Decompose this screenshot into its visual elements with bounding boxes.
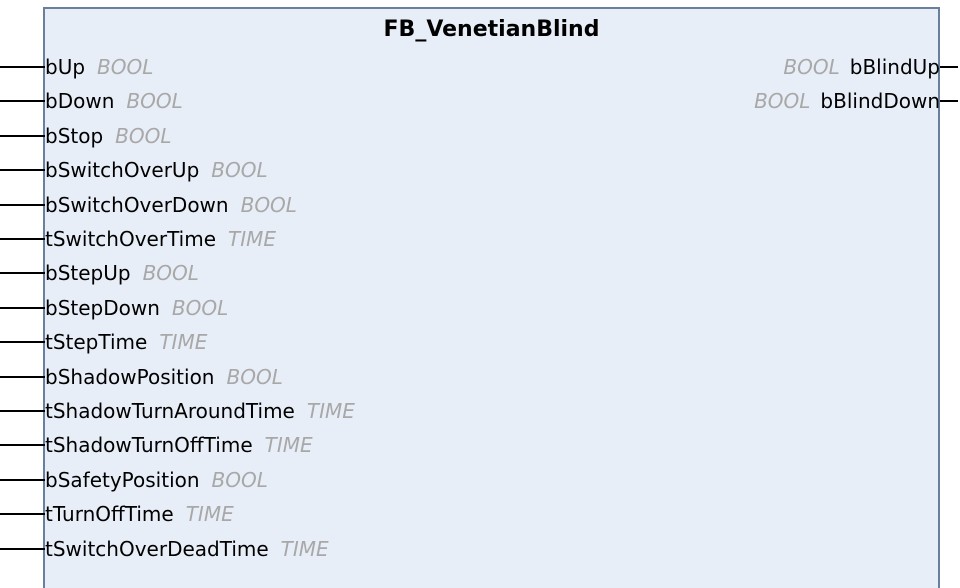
input-connector-line xyxy=(0,444,45,447)
input-pin: bShadowPosition BOOL xyxy=(0,360,283,394)
input-connector-line xyxy=(0,306,45,309)
output-connector-line xyxy=(940,100,958,103)
input-connector-line xyxy=(0,66,45,68)
input-pin: tStepTime TIME xyxy=(0,325,207,359)
input-pin-name: bSafetyPosition xyxy=(45,467,200,492)
input-connector-line xyxy=(0,478,45,481)
input-pin-name: bSwitchOverDown xyxy=(45,192,229,217)
input-connector-line xyxy=(0,100,45,103)
output-pin-name: bBlindDown xyxy=(820,89,940,114)
input-pin: tSwitchOverDeadTime TIME xyxy=(0,532,329,566)
input-pin: tSwitchOverTime TIME xyxy=(0,222,276,256)
input-pin-name: bStepDown xyxy=(45,295,160,320)
input-pin-type: BOOL xyxy=(211,158,268,183)
input-connector-line xyxy=(0,375,45,378)
input-pin-name: bStop xyxy=(45,123,104,148)
input-pin-type: BOOL xyxy=(97,55,154,79)
input-pin: bStepUp BOOL xyxy=(0,256,199,290)
input-pin-name: tStepTime xyxy=(45,330,148,355)
output-pin: BOOL bBlindDown xyxy=(754,84,958,118)
input-pin-type: BOOL xyxy=(211,467,268,492)
output-pin-type: BOOL xyxy=(754,89,811,114)
input-pin-name: tShadowTurnAroundTime xyxy=(45,399,295,423)
input-pin-name: bUp xyxy=(45,55,86,79)
input-pin-type: BOOL xyxy=(226,364,283,389)
input-pin: tShadowTurnAroundTime TIME xyxy=(0,394,355,428)
input-pin: tTurnOffTime TIME xyxy=(0,497,234,531)
input-pin-type: BOOL xyxy=(142,261,199,286)
input-pin: bStop BOOL xyxy=(0,119,172,153)
input-pin-type: TIME xyxy=(159,330,208,355)
input-connector-line xyxy=(0,238,45,240)
output-connector-line xyxy=(940,66,958,68)
input-pin-type: TIME xyxy=(185,502,234,527)
input-pin: bStepDown BOOL xyxy=(0,291,228,325)
input-pin-type: TIME xyxy=(264,433,313,458)
output-pin-type: BOOL xyxy=(783,55,840,79)
input-connector-line xyxy=(0,272,45,275)
output-pin: BOOL bBlindUp xyxy=(783,50,958,84)
input-pin: bDown BOOL xyxy=(0,84,183,118)
input-pin-name: bSwitchOverUp xyxy=(45,158,200,183)
input-pin-name: bStepUp xyxy=(45,261,131,286)
input-pin-type: TIME xyxy=(228,227,277,251)
input-pin-type: TIME xyxy=(306,399,355,423)
input-pin-name: tSwitchOverDeadTime xyxy=(45,536,269,561)
input-connector-line xyxy=(0,410,45,412)
input-pin-type: BOOL xyxy=(115,123,172,148)
input-pin: bSafetyPosition BOOL xyxy=(0,463,268,497)
input-connector-line xyxy=(0,134,45,137)
input-connector-line xyxy=(0,169,45,172)
input-pin-type: BOOL xyxy=(126,89,183,114)
input-pin-type: BOOL xyxy=(240,192,297,217)
input-connector-line xyxy=(0,547,45,550)
input-connector-line xyxy=(0,203,45,206)
input-pin-type: TIME xyxy=(280,536,329,561)
input-pin-type: BOOL xyxy=(171,295,229,320)
input-pin-name: tTurnOffTime xyxy=(45,502,174,527)
input-connector-line xyxy=(0,341,45,344)
input-pin: bSwitchOverUp BOOL xyxy=(0,153,268,187)
input-pin-name: tSwitchOverTime xyxy=(45,227,217,251)
function-block-title: FB_VenetianBlind xyxy=(383,17,600,42)
input-connector-line xyxy=(0,513,45,516)
input-pin-name: bShadowPosition xyxy=(45,364,215,389)
input-pin-name: bDown xyxy=(45,89,115,114)
output-pin-name: bBlindUp xyxy=(849,55,940,79)
input-pin-name: tShadowTurnOffTime xyxy=(45,433,253,458)
input-pin: bUp BOOL xyxy=(0,50,153,84)
input-pin: tShadowTurnOffTime TIME xyxy=(0,428,313,462)
input-pin: bSwitchOverDown BOOL xyxy=(0,188,297,222)
